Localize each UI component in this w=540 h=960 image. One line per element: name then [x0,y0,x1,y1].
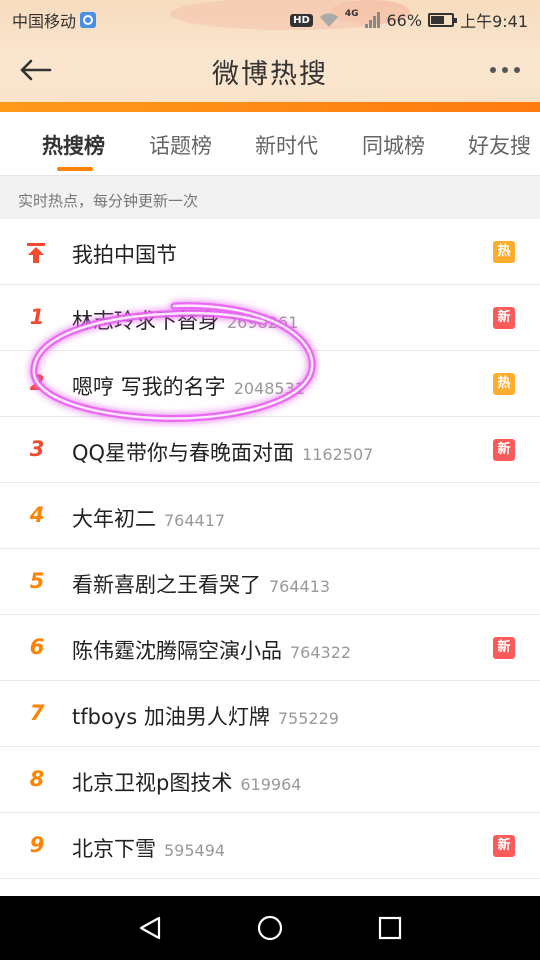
search-count: 2048531 [233,379,305,398]
rank-number: 8 [29,767,45,791]
rank-number: 1 [29,305,45,329]
list-item-title: QQ星带你与春晚面对面 1162507 [72,441,374,465]
list-item[interactable]: 5 看新喜剧之王看哭了 764413 [0,549,540,615]
list-item[interactable]: 6 陈伟霆沈腾隔空演小品 764322 新 [0,615,540,681]
search-count: 764322 [290,643,352,662]
tab-topics[interactable]: 话题榜 [149,130,212,160]
rank-number: 3 [29,437,45,461]
header-accent-stripe [0,102,540,112]
rank-number: 2 [29,371,45,395]
list-item-title: 我拍中国节 [72,243,177,267]
tab-bar: 热搜榜 话题榜 新时代 同城榜 好友搜 [0,112,540,176]
network-label: 4G [344,9,359,19]
hot-badge: 热 [493,241,515,263]
search-count: 619964 [240,775,302,794]
tab-local[interactable]: 同城榜 [362,130,425,160]
more-dots-icon [490,67,496,73]
triangle-back-icon [139,916,161,940]
signal-icon [364,12,380,28]
new-badge: 新 [493,835,515,857]
nav-recents-button[interactable] [374,912,406,944]
list-item-title: 北京下雪 595494 [72,837,226,861]
shield-icon [80,12,97,28]
list-item-title: 陈伟霆沈腾隔空演小品 764322 [72,639,352,663]
page-title: 微博热搜 [212,59,328,90]
new-badge: 新 [493,637,515,659]
list-subheader: 实时热点，每分钟更新一次 [0,177,540,219]
list-item-title: 林志玲求下替身 2698261 [72,309,299,333]
tab-friends[interactable]: 好友搜 [468,130,531,160]
list-item[interactable]: 3 QQ星带你与春晚面对面 1162507 新 [0,417,540,483]
rank-number: 6 [29,635,45,659]
tab-hot-search[interactable]: 热搜榜 [42,130,105,160]
list-item[interactable]: 2 嗯哼 写我的名字 2048531 热 [0,351,540,417]
pin-top-icon [27,243,45,263]
list-item[interactable]: 9 北京下雪 595494 新 [0,813,540,879]
search-count: 764417 [164,511,226,530]
list-item-title: 嗯哼 写我的名字 2048531 [72,375,305,399]
list-item[interactable]: 4 大年初二 764417 [0,483,540,549]
search-count: 755229 [277,709,339,728]
wifi-icon [319,13,338,27]
battery-icon [428,13,458,27]
rank-number: 4 [29,503,45,527]
circle-home-icon [257,915,283,941]
search-count: 2698261 [227,313,299,332]
system-nav-bar [0,896,540,960]
battery-percent: 66% [386,10,423,30]
list-item-title: 大年初二 764417 [72,507,226,531]
tab-new-era[interactable]: 新时代 [255,130,318,160]
active-tab-indicator [57,167,93,171]
list-item[interactable]: 8 北京卫视p图技术 619964 [0,747,540,813]
title-bar: 微博热搜 [0,40,540,102]
rank-number: 5 [29,569,45,593]
list-item-title: tfboys 加油男人灯牌 755229 [72,705,339,729]
search-count: 764413 [269,577,331,596]
search-count: 595494 [164,841,226,860]
hd-badge: HD [290,13,313,27]
square-recents-icon [378,916,402,940]
carrier-label: 中国移动 [12,12,77,31]
new-badge: 新 [493,439,515,461]
clock: 上午9:41 [460,12,528,31]
list-item-pinned[interactable]: 我拍中国节 热 [0,219,540,285]
status-bar: 中国移动 HD 4G 66% 上午9:41 [0,0,540,36]
more-options-button[interactable] [482,50,528,90]
rank-number: 9 [29,833,45,857]
list-item-title: 看新喜剧之王看哭了 764413 [72,573,331,597]
new-badge: 新 [493,307,515,329]
list-item[interactable]: 7 tfboys 加油男人灯牌 755229 [0,681,540,747]
list-item-title: 北京卫视p图技术 619964 [72,771,302,795]
nav-back-button[interactable] [134,912,166,944]
search-count: 1162507 [302,445,374,464]
rank-number: 7 [29,701,45,725]
hot-badge: 热 [493,373,515,395]
nav-home-button[interactable] [254,912,286,944]
app-header: 中国移动 HD 4G 66% 上午9:41 微博热搜 [0,0,540,112]
hot-search-list: 我拍中国节 热 1 林志玲求下替身 2698261 新 2 嗯哼 写我的名字 204… [0,219,540,899]
list-item[interactable]: 1 林志玲求下替身 2698261 新 [0,285,540,351]
